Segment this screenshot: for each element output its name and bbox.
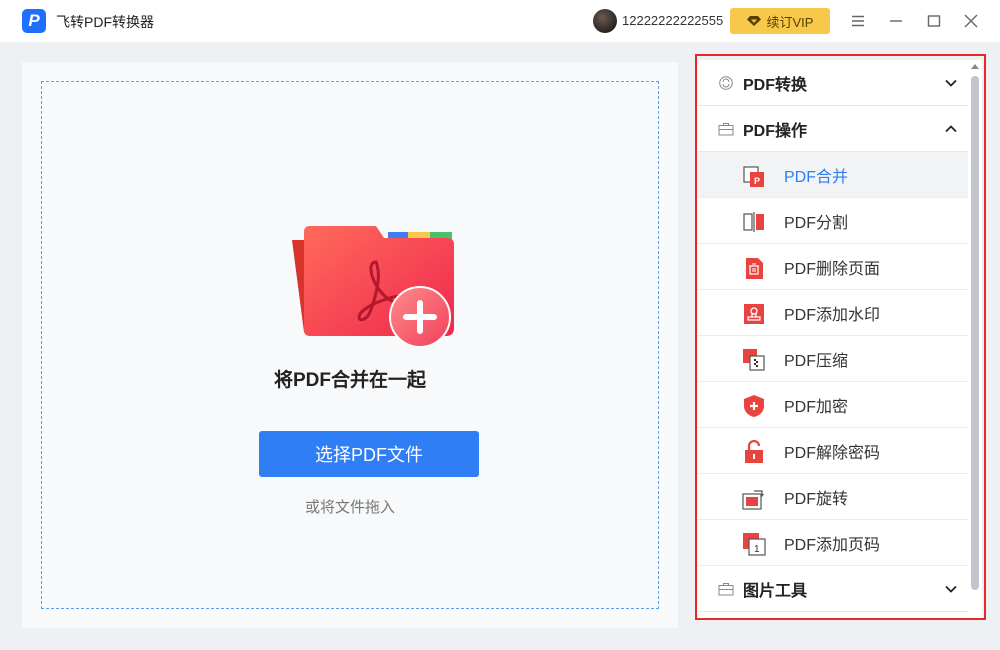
page-title: 将PDF合并在一起 xyxy=(273,370,426,391)
tool-pdf-split[interactable]: PDF分割 xyxy=(698,198,968,244)
compress-icon xyxy=(743,349,765,371)
svg-text:P: P xyxy=(754,176,760,186)
category-label: 图片工具 xyxy=(743,582,808,600)
category-image-tools[interactable]: 图片工具 xyxy=(698,566,968,612)
shield-icon xyxy=(744,395,764,417)
tool-label: PDF分割 xyxy=(784,214,849,232)
chevron-down-icon xyxy=(945,585,957,593)
page-number-icon: 1 xyxy=(743,533,766,556)
file-drop-zone[interactable]: 将PDF合并在一起 选择PDF文件 或将文件拖入 xyxy=(41,81,659,609)
tool-label: PDF旋转 xyxy=(784,490,849,508)
menu-icon[interactable] xyxy=(847,10,869,32)
minimize-icon[interactable] xyxy=(885,10,907,32)
tool-label: PDF删除页面 xyxy=(784,260,881,278)
app-title: 飞转PDF转换器 xyxy=(56,14,154,30)
tool-pdf-page-numbers[interactable]: 1 PDF添加页码 xyxy=(698,520,968,566)
tool-pdf-merge[interactable]: P PDF合并 xyxy=(698,152,968,198)
tool-pdf-remove-password[interactable]: PDF解除密码 xyxy=(698,428,968,474)
tool-pdf-delete-pages[interactable]: PDF删除页面 xyxy=(698,244,968,290)
select-pdf-button[interactable]: 选择PDF文件 xyxy=(259,431,479,477)
title-bar: P 飞转PDF转换器 12222222222555 续订VIP xyxy=(0,0,1000,42)
sidebar-scrollbar[interactable] xyxy=(968,60,982,620)
tool-label: PDF解除密码 xyxy=(784,444,881,462)
tool-label: PDF压缩 xyxy=(784,352,849,370)
vip-label: 续订VIP xyxy=(766,14,814,30)
stamp-icon xyxy=(744,304,764,324)
scroll-up-arrow-icon[interactable] xyxy=(971,64,979,69)
app-logo-icon: P xyxy=(22,9,46,33)
renew-vip-button[interactable]: 续订VIP xyxy=(730,8,830,34)
pdf-folder-add-icon xyxy=(292,226,454,348)
category-label: PDF转换 xyxy=(743,76,808,94)
category-label: PDF操作 xyxy=(743,122,808,140)
chevron-up-icon xyxy=(945,125,957,133)
pdf-split-icon xyxy=(743,212,764,232)
chevron-down-icon xyxy=(945,79,957,87)
username[interactable]: 12222222222555 xyxy=(622,13,723,28)
close-icon[interactable] xyxy=(960,10,982,32)
tool-pdf-watermark[interactable]: PDF添加水印 xyxy=(698,290,968,336)
diamond-icon xyxy=(746,16,761,26)
unlock-icon xyxy=(745,440,763,463)
trash-icon xyxy=(746,258,763,279)
tool-label: PDF添加水印 xyxy=(784,306,881,324)
tool-pdf-rotate[interactable]: PDF旋转 xyxy=(698,474,968,520)
avatar[interactable] xyxy=(593,9,617,33)
convert-icon xyxy=(719,76,733,90)
tool-sidebar: PDF转换 PDF操作 P PDF合并 PDF分割 PDF删除页面 PDF添加水… xyxy=(698,60,968,620)
tool-pdf-compress[interactable]: PDF压缩 xyxy=(698,336,968,382)
scrollbar-thumb[interactable] xyxy=(971,76,979,590)
tool-label: PDF合并 xyxy=(784,168,849,186)
tool-label: PDF加密 xyxy=(784,398,849,416)
toolbox-icon xyxy=(718,583,734,596)
tool-pdf-encrypt[interactable]: PDF加密 xyxy=(698,382,968,428)
category-pdf-operations[interactable]: PDF操作 xyxy=(698,106,968,152)
pdf-merge-icon: P xyxy=(743,166,764,187)
svg-text:1: 1 xyxy=(754,544,760,555)
main-panel: 将PDF合并在一起 选择PDF文件 或将文件拖入 xyxy=(22,62,678,628)
rotate-icon xyxy=(742,490,764,510)
category-pdf-convert[interactable]: PDF转换 xyxy=(698,60,968,106)
drag-hint: 或将文件拖入 xyxy=(304,499,395,516)
tool-label: PDF添加页码 xyxy=(784,536,881,554)
maximize-icon[interactable] xyxy=(923,10,945,32)
toolbox-icon xyxy=(718,123,734,136)
